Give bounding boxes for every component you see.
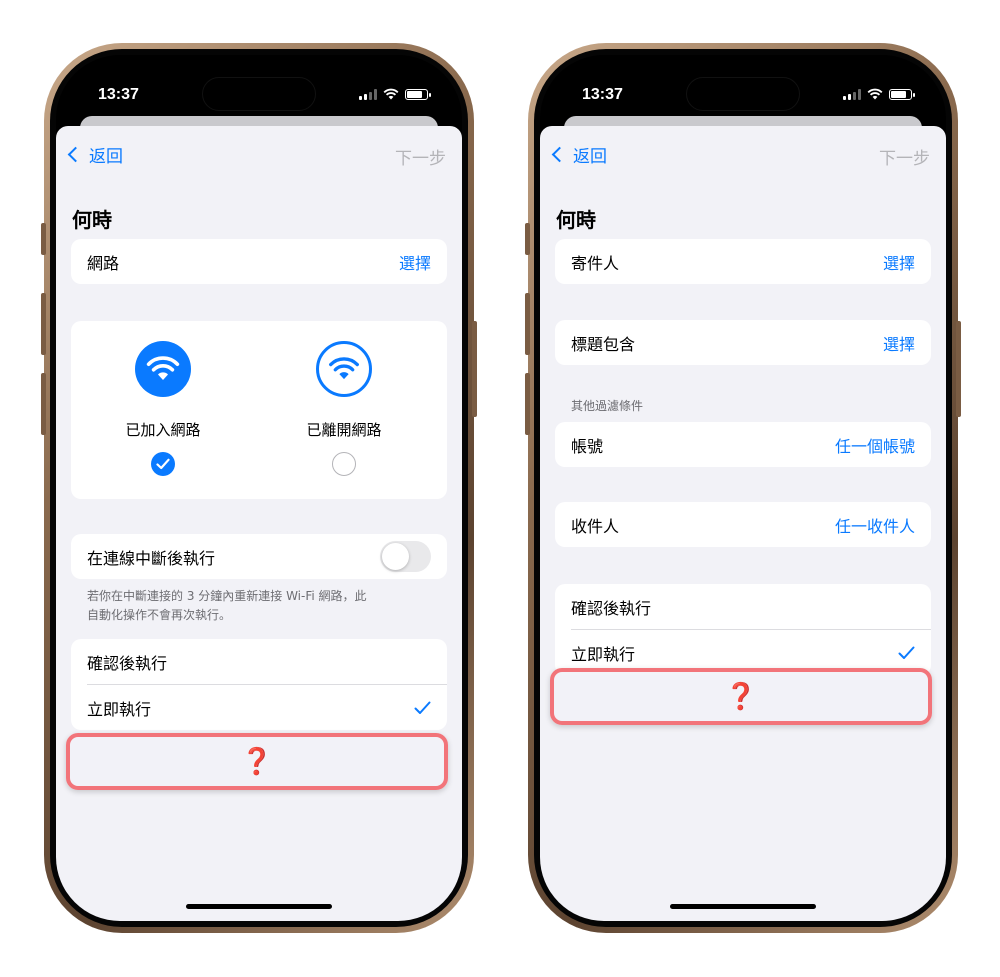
action-button bbox=[525, 223, 530, 255]
next-button[interactable]: 下一步 bbox=[395, 144, 446, 169]
page-title: 何時 bbox=[72, 208, 112, 232]
status-time: 13:37 bbox=[98, 86, 139, 103]
left-network-label: 已離開網路 bbox=[306, 421, 382, 439]
disconnect-card: 在連線中斷後執行 bbox=[71, 534, 447, 579]
question-mark-icon: ❓ bbox=[724, 681, 758, 712]
left-highlight-box: ❓ bbox=[66, 733, 448, 790]
disconnect-label: 在連線中斷後執行 bbox=[87, 548, 216, 568]
network-card: 網路 選擇 bbox=[71, 239, 447, 284]
account-value[interactable]: 任一個帳號 bbox=[835, 433, 915, 457]
right-screen: 13:37 返回 下一步 何時 寄件人 選擇 標題包含 選擇 其他過濾條件 帳號… bbox=[540, 55, 946, 921]
left-phone: 13:37 返回 下一步 何時 網路 選擇 已加入網路 已離開網路 在連線中斷後… bbox=[41, 43, 477, 933]
when-sheet: 返回 下一步 何時 寄件人 選擇 標題包含 選擇 其他過濾條件 帳號 任一個帳號… bbox=[540, 126, 946, 921]
wifi-outline-icon bbox=[316, 341, 372, 397]
action-button bbox=[41, 223, 46, 255]
wifi-status-icon bbox=[383, 88, 399, 100]
volume-up-button bbox=[41, 293, 46, 355]
status-bar: 13:37 bbox=[56, 55, 462, 125]
page-title: 何時 bbox=[556, 208, 596, 232]
back-label: 返回 bbox=[89, 147, 123, 167]
run-after-confirm-row[interactable]: 確認後執行 bbox=[71, 639, 447, 684]
network-row[interactable]: 網路 選擇 bbox=[71, 239, 447, 284]
run-immediately-row[interactable]: 立即執行 bbox=[71, 685, 447, 730]
disconnect-row: 在連線中斷後執行 bbox=[71, 534, 447, 579]
left-network-option[interactable]: 已離開網路 bbox=[269, 341, 419, 476]
wifi-options-card: 已加入網路 已離開網路 bbox=[71, 321, 447, 499]
next-button[interactable]: 下一步 bbox=[879, 144, 930, 169]
volume-down-button bbox=[525, 373, 530, 435]
run-immediately-label: 立即執行 bbox=[571, 644, 636, 664]
right-phone: 13:37 返回 下一步 何時 寄件人 選擇 標題包含 選擇 其他過濾條件 帳號… bbox=[525, 43, 961, 933]
recipient-card: 收件人 任一收件人 bbox=[555, 502, 931, 547]
cellular-signal-icon bbox=[359, 88, 377, 100]
network-choose-link[interactable]: 選擇 bbox=[399, 250, 431, 274]
chevron-left-icon bbox=[67, 146, 84, 163]
network-label: 網路 bbox=[87, 253, 120, 273]
back-button[interactable]: 返回 bbox=[64, 142, 123, 167]
subject-card: 標題包含 選擇 bbox=[555, 320, 931, 365]
sender-choose-link[interactable]: 選擇 bbox=[883, 250, 915, 274]
power-button bbox=[956, 321, 961, 417]
run-immediately-label: 立即執行 bbox=[87, 699, 152, 719]
disconnect-toggle[interactable] bbox=[380, 541, 431, 572]
run-options-card: 確認後執行 立即執行 bbox=[555, 584, 931, 675]
sender-card: 寄件人 選擇 bbox=[555, 239, 931, 284]
status-bar: 13:37 bbox=[540, 55, 946, 125]
battery-icon bbox=[889, 88, 915, 100]
run-after-confirm-label: 確認後執行 bbox=[571, 598, 652, 618]
dynamic-island bbox=[202, 77, 316, 111]
recipient-row[interactable]: 收件人 任一收件人 bbox=[555, 502, 931, 547]
wifi-filled-icon bbox=[135, 341, 191, 397]
run-after-confirm-label: 確認後執行 bbox=[87, 653, 168, 673]
subject-row[interactable]: 標題包含 選擇 bbox=[555, 320, 931, 365]
run-options-card: 確認後執行 立即執行 bbox=[71, 639, 447, 730]
joined-network-label: 已加入網路 bbox=[125, 421, 201, 439]
chevron-left-icon bbox=[551, 146, 568, 163]
volume-up-button bbox=[525, 293, 530, 355]
home-indicator bbox=[186, 904, 332, 909]
volume-down-button bbox=[41, 373, 46, 435]
left-network-radio[interactable] bbox=[332, 452, 356, 476]
account-label: 帳號 bbox=[571, 436, 604, 456]
question-mark-icon: ❓ bbox=[240, 746, 274, 777]
recipient-value[interactable]: 任一收件人 bbox=[835, 513, 915, 537]
power-button bbox=[472, 321, 477, 417]
subject-label: 標題包含 bbox=[571, 334, 636, 354]
dynamic-island bbox=[686, 77, 800, 111]
status-time: 13:37 bbox=[582, 86, 623, 103]
sender-row[interactable]: 寄件人 選擇 bbox=[555, 239, 931, 284]
back-label: 返回 bbox=[573, 147, 607, 167]
back-button[interactable]: 返回 bbox=[548, 142, 607, 167]
joined-network-radio[interactable] bbox=[151, 452, 175, 476]
run-after-confirm-row[interactable]: 確認後執行 bbox=[555, 584, 931, 629]
subject-choose-link[interactable]: 選擇 bbox=[883, 331, 915, 355]
account-row[interactable]: 帳號 任一個帳號 bbox=[555, 422, 931, 467]
checkmark-icon bbox=[898, 646, 915, 659]
filter-section-title: 其他過濾條件 bbox=[571, 399, 644, 413]
home-indicator bbox=[670, 904, 816, 909]
left-screen: 13:37 返回 下一步 何時 網路 選擇 已加入網路 已離開網路 在連線中斷後… bbox=[56, 55, 462, 921]
disconnect-caption: 若你在中斷連接的 3 分鐘內重新連接 Wi-Fi 網路，此 自動化操作不會再次執… bbox=[87, 589, 367, 622]
when-sheet: 返回 下一步 何時 網路 選擇 已加入網路 已離開網路 在連線中斷後執行 若你在… bbox=[56, 126, 462, 921]
cellular-signal-icon bbox=[843, 88, 861, 100]
checkmark-icon bbox=[414, 701, 431, 714]
right-highlight-box: ❓ bbox=[550, 668, 932, 725]
account-card: 帳號 任一個帳號 bbox=[555, 422, 931, 467]
sender-label: 寄件人 bbox=[571, 253, 620, 273]
joined-network-option[interactable]: 已加入網路 bbox=[88, 341, 238, 476]
wifi-status-icon bbox=[867, 88, 883, 100]
recipient-label: 收件人 bbox=[571, 516, 620, 536]
battery-icon bbox=[405, 88, 431, 100]
